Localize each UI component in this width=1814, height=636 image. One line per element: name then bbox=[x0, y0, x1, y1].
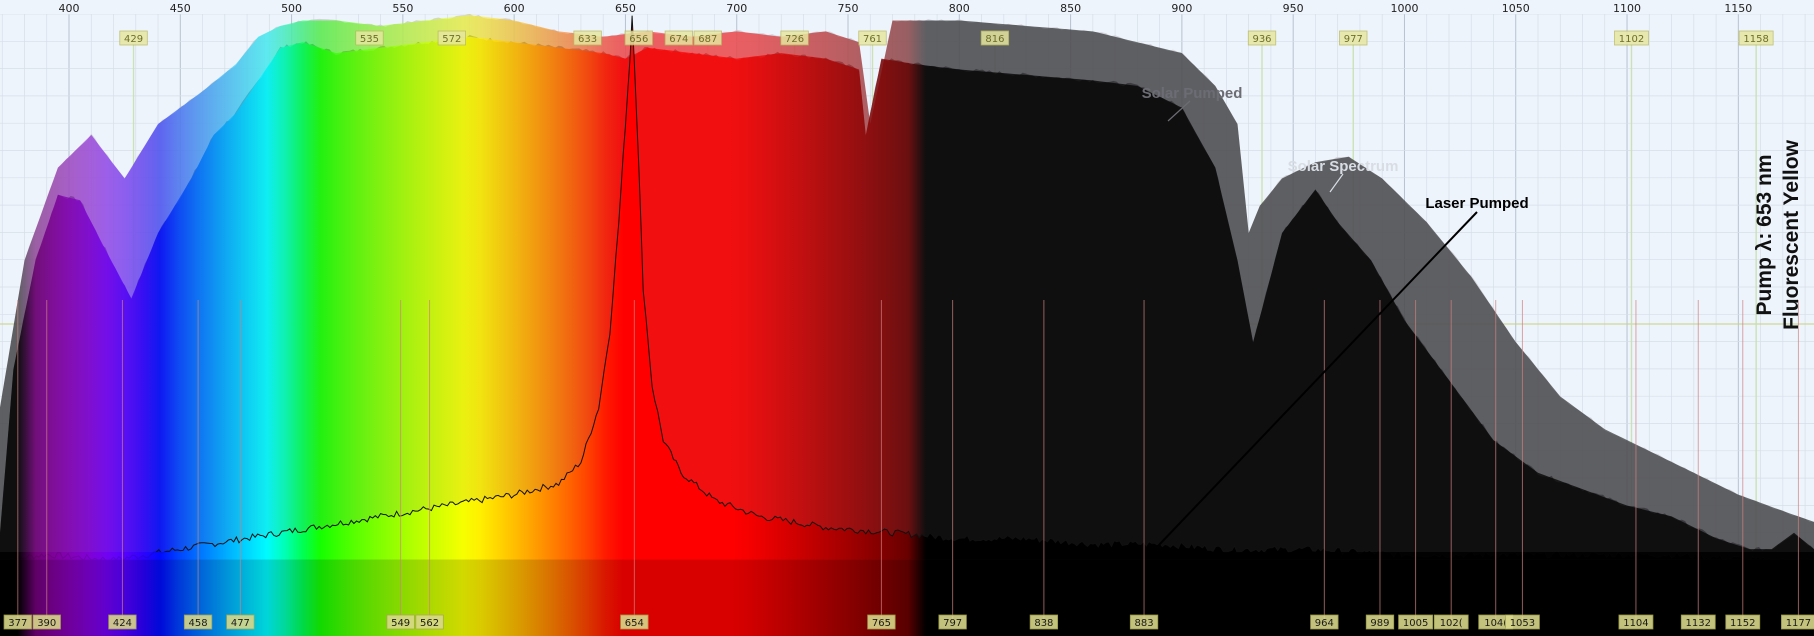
side-label-line-2: Fluorescent Yellow bbox=[1780, 139, 1803, 330]
top-marker: 726 bbox=[780, 30, 809, 46]
x-tick-label: 400 bbox=[58, 2, 79, 15]
bottom-marker: 477 bbox=[226, 614, 255, 630]
x-tick-label: 600 bbox=[504, 2, 525, 15]
bottom-marker: 964 bbox=[1310, 614, 1339, 630]
bottom-marker: 1005 bbox=[1398, 614, 1433, 630]
x-tick-label: 500 bbox=[281, 2, 302, 15]
bottom-marker-label: 549 bbox=[391, 618, 410, 629]
top-marker-label: 977 bbox=[1344, 34, 1363, 45]
top-marker-label: 1102 bbox=[1619, 34, 1644, 45]
top-marker: 816 bbox=[980, 30, 1010, 46]
top-marker-label: 535 bbox=[360, 34, 379, 45]
bottom-marker: 883 bbox=[1129, 614, 1159, 630]
top-marker: 633 bbox=[573, 30, 602, 46]
bottom-marker-label: 1053 bbox=[1510, 618, 1535, 629]
bottom-marker: 838 bbox=[1029, 614, 1059, 630]
top-marker: 535 bbox=[355, 30, 384, 46]
bottom-marker: 765 bbox=[867, 614, 896, 630]
bottom-marker-label: 104( bbox=[1484, 618, 1507, 629]
x-tick-label: 1100 bbox=[1613, 2, 1641, 15]
bottom-marker: 654 bbox=[620, 614, 649, 630]
x-tick-label: 950 bbox=[1283, 2, 1304, 15]
bottom-marker: 390 bbox=[32, 614, 61, 630]
top-marker-label: 761 bbox=[863, 34, 882, 45]
side-label-line-1: Pump λ: 653 nm bbox=[1753, 154, 1776, 315]
bottom-marker-label: 964 bbox=[1315, 618, 1334, 629]
x-tick-label: 1150 bbox=[1724, 2, 1752, 15]
top-marker-label: 816 bbox=[985, 34, 1004, 45]
bottom-marker-label: 765 bbox=[872, 618, 891, 629]
bottom-marker-label: 424 bbox=[113, 618, 132, 629]
bottom-marker-label: 1152 bbox=[1730, 618, 1755, 629]
top-marker-label: 674 bbox=[669, 34, 688, 45]
annotation-solar-pumped: Solar Pumped bbox=[1142, 85, 1243, 102]
bottom-marker: 424 bbox=[108, 614, 137, 630]
top-marker-label: 633 bbox=[578, 34, 597, 45]
bottom-marker-label: 654 bbox=[625, 618, 644, 629]
top-marker: 1102 bbox=[1614, 30, 1649, 46]
bottom-marker: 562 bbox=[415, 614, 444, 630]
x-tick-label: 800 bbox=[949, 2, 970, 15]
x-tick-label: 900 bbox=[1171, 2, 1192, 15]
top-marker: 429 bbox=[119, 30, 148, 46]
top-marker-label: 656 bbox=[629, 34, 648, 45]
top-marker-label: 936 bbox=[1252, 34, 1271, 45]
bottom-band-spectrum bbox=[0, 552, 1814, 636]
top-marker: 656 bbox=[624, 30, 653, 46]
top-marker: 687 bbox=[693, 30, 722, 46]
x-tick-label: 650 bbox=[615, 2, 636, 15]
bottom-marker: 1053 bbox=[1505, 614, 1540, 630]
x-tick-labels: 400 450 500 550 600 650 700 750 800 850 900 950 1000… bbox=[0, 0, 1814, 15]
top-marker: 1158 bbox=[1738, 30, 1774, 46]
bottom-marker-label: 1005 bbox=[1403, 618, 1428, 629]
bottom-marker: 377 bbox=[3, 614, 32, 630]
bottom-marker: 102( bbox=[1433, 614, 1469, 630]
x-tick-label: 1050 bbox=[1502, 2, 1530, 15]
x-tick-label: 750 bbox=[838, 2, 859, 15]
bottom-marker-label: 1104 bbox=[1623, 618, 1648, 629]
top-marker-label: 1158 bbox=[1743, 34, 1768, 45]
top-marker-label: 726 bbox=[785, 34, 804, 45]
bottom-marker-label: 1132 bbox=[1686, 618, 1711, 629]
x-tick-label: 1000 bbox=[1390, 2, 1418, 15]
top-marker: 572 bbox=[437, 30, 466, 46]
top-marker-label: 429 bbox=[124, 34, 143, 45]
tick-band bbox=[0, 0, 1814, 14]
bottom-marker-label: 458 bbox=[189, 618, 208, 629]
bottom-marker-label: 989 bbox=[1370, 618, 1389, 629]
bottom-marker: 1177 bbox=[1781, 614, 1814, 630]
annotation-laser-pumped: Laser Pumped bbox=[1425, 195, 1528, 212]
bottom-marker-label: 562 bbox=[420, 618, 439, 629]
bottom-marker-label: 390 bbox=[37, 618, 56, 629]
annotation-solar-spectrum: Solar Spectrum bbox=[1288, 158, 1399, 175]
bottom-marker-label: 377 bbox=[8, 618, 27, 629]
bottom-marker: 1132 bbox=[1680, 614, 1716, 630]
bottom-marker-label: 883 bbox=[1134, 618, 1153, 629]
bottom-marker-label: 797 bbox=[943, 618, 962, 629]
bottom-marker: 458 bbox=[183, 614, 213, 630]
x-tick-label: 700 bbox=[726, 2, 747, 15]
top-marker: 761 bbox=[858, 30, 887, 46]
bottom-marker: 549 bbox=[386, 614, 415, 630]
bottom-marker: 1104 bbox=[1618, 614, 1654, 630]
x-tick-label: 850 bbox=[1060, 2, 1081, 15]
bottom-marker-label: 102( bbox=[1440, 618, 1463, 629]
top-marker-label: 687 bbox=[698, 34, 717, 45]
bottom-marker-label: 838 bbox=[1034, 618, 1053, 629]
bottom-marker-label: 477 bbox=[231, 618, 250, 629]
top-marker: 674 bbox=[664, 30, 694, 46]
top-marker-label: 572 bbox=[442, 34, 461, 45]
bottom-marker-label: 1177 bbox=[1786, 618, 1811, 629]
x-tick-label: 450 bbox=[170, 2, 191, 15]
bottom-marker: 1152 bbox=[1725, 614, 1761, 630]
bottom-marker: 989 bbox=[1365, 614, 1395, 630]
bottom-marker: 797 bbox=[938, 614, 967, 630]
spectrum-chart: 400 450 500 550 600 650 700 750 800 850 900 950 1000… bbox=[0, 0, 1814, 636]
top-marker: 977 bbox=[1339, 30, 1368, 46]
top-marker: 936 bbox=[1247, 30, 1277, 46]
x-tick-label: 550 bbox=[392, 2, 413, 15]
